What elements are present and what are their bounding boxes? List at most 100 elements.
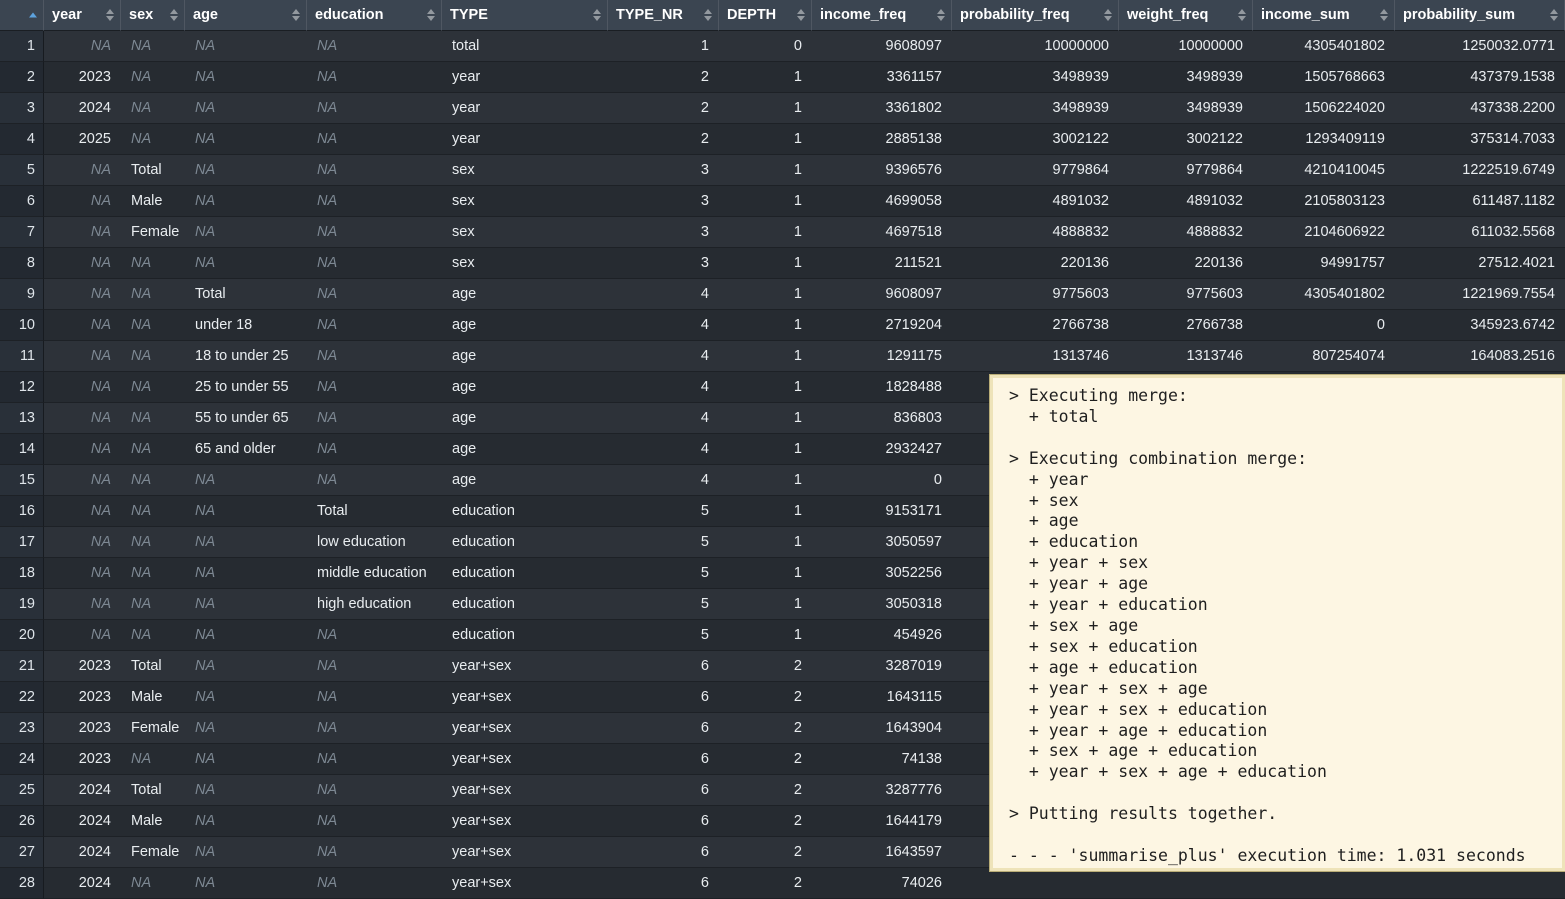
cell-income_sum: 1506224020 [1253,93,1395,124]
cell-sex: Female [121,713,185,744]
cell-TYPE: age [442,403,608,434]
cell-sex: NA [121,868,185,899]
cell-sex: Male [121,186,185,217]
cell-age: NA [185,124,307,155]
cell-income_freq: 9608097 [812,279,952,310]
cell-TYPE: age [442,434,608,465]
row-number: 6 [0,186,44,217]
cell-probability_freq: 9779864 [952,155,1119,186]
cell-income_sum [1253,868,1395,899]
cell-probability_sum: 437379.1538 [1395,62,1565,93]
table-row: 7NAFemaleNANAsex314697518488883248888322… [0,217,1565,248]
cell-age: NA [185,806,307,837]
column-label: weight_freq [1127,7,1208,23]
cell-TYPE: age [442,372,608,403]
cell-education: NA [307,434,442,465]
console-panel: > Executing merge: + total > Executing c… [990,375,1565,871]
cell-income_freq: 4699058 [812,186,952,217]
column-header-weight_freq[interactable]: weight_freq [1119,0,1253,31]
cell-weight_freq: 2766738 [1119,310,1253,341]
cell-income_sum: 2104606922 [1253,217,1395,248]
cell-DEPTH: 1 [719,310,812,341]
column-header-probability_freq[interactable]: probability_freq [952,0,1119,31]
cell-education: NA [307,682,442,713]
row-number: 13 [0,403,44,434]
cell-DEPTH: 2 [719,713,812,744]
cell-probability_freq: 220136 [952,248,1119,279]
cell-education: NA [307,217,442,248]
cell-year: NA [44,620,121,651]
sort-icon [1238,9,1246,21]
cell-age: NA [185,248,307,279]
row-number-column-header[interactable] [0,0,44,31]
cell-TYPE: year+sex [442,744,608,775]
column-header-DEPTH[interactable]: DEPTH [719,0,812,31]
cell-weight_freq: 3498939 [1119,62,1253,93]
cell-weight_freq: 9779864 [1119,155,1253,186]
cell-age: NA [185,527,307,558]
cell-probability_freq: 2766738 [952,310,1119,341]
cell-income_freq: 1644179 [812,806,952,837]
cell-year: 2023 [44,651,121,682]
cell-year: NA [44,403,121,434]
cell-year: NA [44,248,121,279]
column-header-age[interactable]: age [185,0,307,31]
cell-education: NA [307,279,442,310]
cell-DEPTH: 2 [719,806,812,837]
cell-TYPE_NR: 1 [608,31,719,62]
cell-age: NA [185,93,307,124]
column-label: sex [129,7,153,23]
cell-TYPE_NR: 6 [608,651,719,682]
cell-year: NA [44,279,121,310]
table-row: 9NANATotalNAage4196080979775603977560343… [0,279,1565,310]
row-number: 27 [0,837,44,868]
table-header-row: yearsexageeducationTYPETYPE_NRDEPTHincom… [0,0,1565,31]
cell-probability_freq: 9775603 [952,279,1119,310]
cell-age: NA [185,155,307,186]
column-header-TYPE[interactable]: TYPE [442,0,608,31]
table-row: 42025NANANAyear2128851383002122300212212… [0,124,1565,155]
cell-income_sum: 4305401802 [1253,279,1395,310]
cell-probability_sum: 1250032.0771 [1395,31,1565,62]
row-number: 2 [0,62,44,93]
sort-icon [106,9,114,21]
cell-TYPE_NR: 6 [608,775,719,806]
cell-probability_freq: 3498939 [952,93,1119,124]
cell-DEPTH: 1 [719,372,812,403]
cell-probability_freq: 1313746 [952,341,1119,372]
cell-sex: NA [121,558,185,589]
cell-weight_freq: 4891032 [1119,186,1253,217]
column-header-income_freq[interactable]: income_freq [812,0,952,31]
cell-education: NA [307,186,442,217]
column-label: income_sum [1261,7,1350,23]
column-header-year[interactable]: year [44,0,121,31]
data-viewer: yearsexageeducationTYPETYPE_NRDEPTHincom… [0,0,1565,899]
column-header-TYPE_NR[interactable]: TYPE_NR [608,0,719,31]
sort-icon [593,9,601,21]
cell-TYPE: total [442,31,608,62]
column-header-sex[interactable]: sex [121,0,185,31]
row-number: 22 [0,682,44,713]
cell-education: middle education [307,558,442,589]
row-number: 15 [0,465,44,496]
cell-DEPTH: 1 [719,93,812,124]
column-header-income_sum[interactable]: income_sum [1253,0,1395,31]
cell-age: 65 and older [185,434,307,465]
cell-education: NA [307,155,442,186]
cell-education: NA [307,775,442,806]
row-number: 3 [0,93,44,124]
cell-income_freq: 3050318 [812,589,952,620]
cell-TYPE: year+sex [442,775,608,806]
sort-icon [1550,9,1558,21]
cell-year: 2023 [44,682,121,713]
column-header-education[interactable]: education [307,0,442,31]
cell-DEPTH: 1 [719,434,812,465]
cell-sex: NA [121,341,185,372]
column-header-probability_sum[interactable]: probability_sum [1395,0,1565,31]
cell-sex: NA [121,589,185,620]
cell-education: low education [307,527,442,558]
cell-education: NA [307,744,442,775]
cell-age: Total [185,279,307,310]
cell-education: NA [307,620,442,651]
table-row: 8NANANANAsex3121152122013622013694991757… [0,248,1565,279]
